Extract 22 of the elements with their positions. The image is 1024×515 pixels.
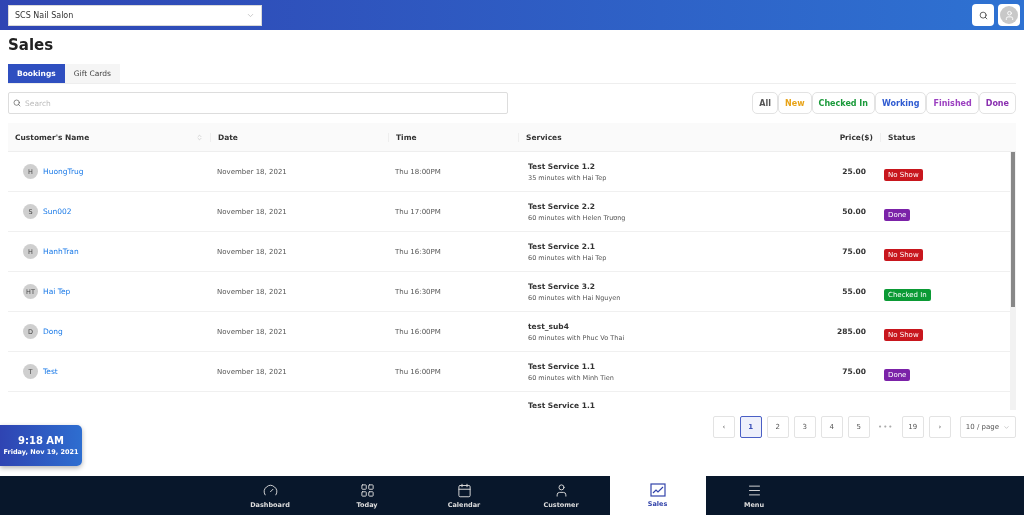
search-icon [978, 10, 988, 20]
line-chart-icon [649, 483, 666, 497]
avatar-button[interactable] [998, 4, 1020, 26]
filter-button[interactable]: All [752, 92, 779, 114]
chevron-down-icon [1003, 423, 1010, 431]
clock-time: 9:18 AM [17, 435, 64, 446]
filter-button[interactable]: Checked In [811, 92, 875, 114]
search-button[interactable] [972, 4, 994, 26]
menu-icon [746, 482, 762, 498]
sort-icon [196, 133, 203, 141]
filter-button[interactable]: Done [978, 92, 1016, 114]
page-title: Sales [8, 36, 55, 54]
scrollbar-thumb[interactable] [1011, 152, 1015, 307]
filter-button[interactable]: Working [875, 92, 927, 114]
search-icon [13, 99, 21, 107]
salon-select[interactable]: SCS Nail Salon [8, 4, 262, 26]
calendar-icon [456, 482, 472, 498]
grid-icon [359, 482, 375, 498]
avatar-icon [1000, 6, 1018, 24]
filter-button[interactable]: Finished [926, 92, 979, 114]
gauge-icon [262, 482, 278, 498]
user-icon [553, 482, 569, 498]
